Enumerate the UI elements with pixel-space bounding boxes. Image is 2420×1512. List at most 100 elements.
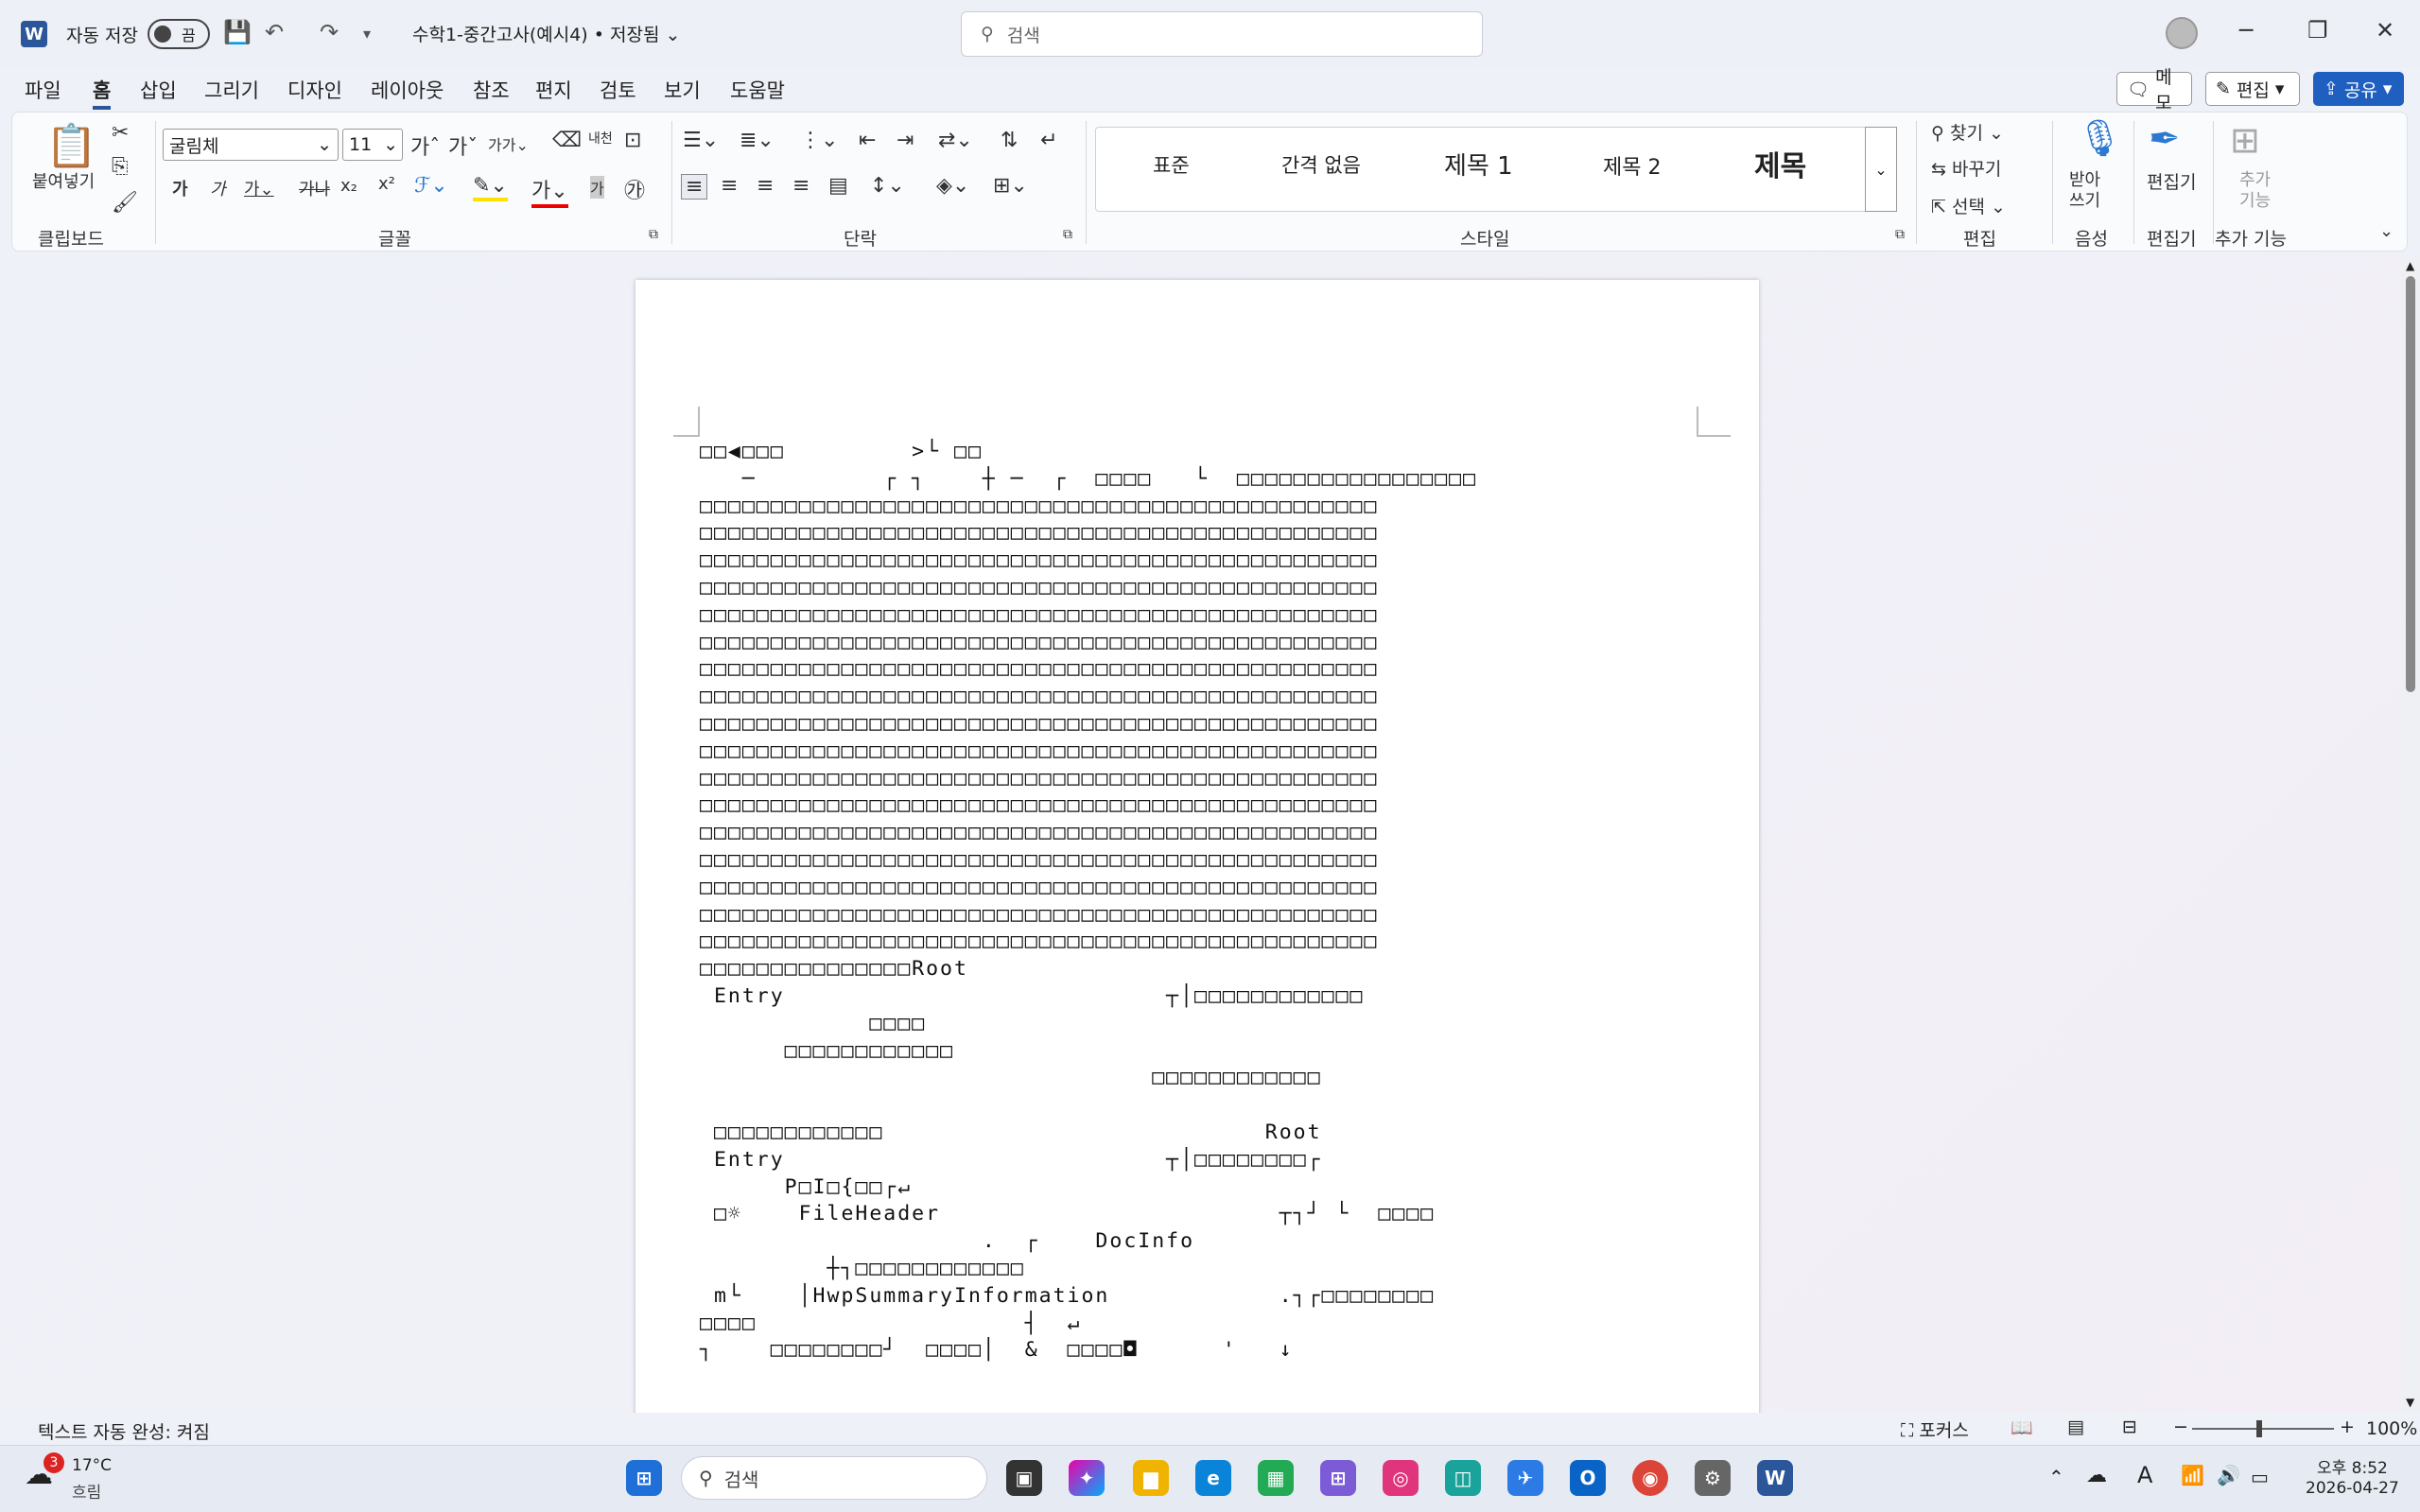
text-line[interactable]: □□□□ ┤ ↵ <box>700 1311 1702 1338</box>
dictate-label[interactable]: 받아 쓰기 <box>2069 170 2100 212</box>
tab-mailings[interactable]: 편지 <box>535 76 572 104</box>
styles-dialog-icon[interactable]: ⧉ <box>1895 227 1905 242</box>
increase-indent-icon[interactable]: ⇥ <box>897 129 914 152</box>
text-direction-icon[interactable]: ⇄⌄ <box>938 129 973 152</box>
paste-label[interactable]: 붙여넣기 <box>32 168 95 193</box>
text-line[interactable]: □□□□□□□□□□□□□□□Root <box>700 956 1702 983</box>
avatar[interactable] <box>2166 17 2198 49</box>
text-line[interactable]: □□□□□□□□□□□□□□□□□□□□□□□□□□□□□□□□□□□□□□□□… <box>700 766 1702 793</box>
text-line[interactable]: □□□□□□□□□□□□□□□□□□□□□□□□□□□□□□□□□□□□□□□□… <box>700 820 1702 847</box>
editor-icon[interactable]: ✒ <box>2149 117 2181 161</box>
phonetic-guide-icon[interactable]: 내천 <box>588 129 613 148</box>
shading-icon[interactable]: ◈⌄ <box>936 174 969 198</box>
wifi-icon[interactable]: 📶 <box>2181 1464 2204 1486</box>
character-border-icon[interactable]: ⊡ <box>624 129 641 152</box>
scroll-down-icon[interactable]: ▼ <box>2406 1396 2414 1409</box>
zoom-slider[interactable] <box>2192 1428 2334 1430</box>
close-icon[interactable]: ✕ <box>2376 17 2394 43</box>
text-line[interactable]: □□□□□□□□□□□□□□□□□□□□□□□□□□□□□□□□□□□□□□□□… <box>700 602 1702 630</box>
bullets-icon[interactable]: ☰⌄ <box>683 129 719 152</box>
highlight-icon[interactable]: ✎⌄ <box>473 174 508 201</box>
style-no-spacing[interactable]: 간격 없음 <box>1281 150 1361 179</box>
text-line[interactable]: □☼ FileHeader ┬┐┘ └ □□□□ <box>700 1201 1702 1228</box>
character-shading-icon[interactable]: 가 <box>590 176 604 199</box>
text-effects-icon[interactable]: ℱ⌄ <box>414 174 448 198</box>
autosave[interactable]: 자동 저장 끔 <box>66 19 210 49</box>
tab-draw[interactable]: 그리기 <box>204 76 259 104</box>
paste-icon[interactable]: 📋 <box>45 121 97 170</box>
tab-layout[interactable]: 레이아웃 <box>371 76 444 104</box>
replace-button[interactable]: ⇆ 바꾸기 <box>1931 155 2001 181</box>
app-teal-icon[interactable]: ◫ <box>1445 1460 1481 1496</box>
text-line[interactable]: □□□□□□□□□□□□□□□□□□□□□□□□□□□□□□□□□□□□□□□□… <box>700 684 1702 711</box>
clear-format-icon[interactable]: ⌫ <box>552 129 582 152</box>
grow-font-icon[interactable]: 가ˆ <box>410 130 440 161</box>
sort-icon[interactable]: ⇅ <box>1001 129 1018 152</box>
tab-view[interactable]: 보기 <box>664 76 701 104</box>
style-title[interactable]: 제목 <box>1754 143 1806 184</box>
copy-icon[interactable]: ⎘ <box>112 155 129 179</box>
volume-icon[interactable]: 🔊 <box>2217 1464 2240 1486</box>
settings-icon[interactable]: ⚙ <box>1695 1460 1731 1496</box>
text-line[interactable]: □□□□□□□□□□□□□□□□□□□□□□□□□□□□□□□□□□□□□□□□… <box>700 902 1702 930</box>
shrink-font-icon[interactable]: 가ˇ <box>448 130 478 161</box>
text-line[interactable]: □□□□□□□□□□□□□□□□□□□□□□□□□□□□□□□□□□□□□□□□… <box>700 847 1702 875</box>
microphone-icon[interactable]: 🎙 <box>2077 117 2122 160</box>
subscript-icon[interactable]: x₂ <box>340 176 357 196</box>
file-explorer-icon[interactable]: ▆ <box>1133 1460 1169 1496</box>
edge-icon[interactable]: e <box>1195 1460 1231 1496</box>
font-color-icon[interactable]: 가⌄ <box>531 174 568 208</box>
strikethrough-icon[interactable]: 가나 <box>299 176 330 200</box>
chevron-up-icon[interactable]: ⌃ <box>2048 1466 2064 1488</box>
text-line[interactable]: □□□□□□□□□□□□ <box>700 1065 1702 1092</box>
scrollbar-thumb[interactable] <box>2406 276 2415 692</box>
tab-insert[interactable]: 삽입 <box>140 76 177 104</box>
document-page[interactable]: □□◀□□□ >└ □□ ─ ┌ ┐ ┼ ─ ┌ □□□□ └ □□□□□□□□… <box>635 280 1759 1424</box>
enclose-characters-icon[interactable]: ㉮ <box>624 174 645 204</box>
search-input[interactable]: ⚲ 검색 <box>961 11 1483 57</box>
save-icon[interactable]: 💾 <box>223 19 252 45</box>
text-line[interactable]: □□□□ <box>700 1011 1702 1038</box>
text-line[interactable]: ┐ □□□□□□□□┘ □□□□│ & □□□□◘ ' ↓ <box>700 1337 1702 1364</box>
align-left-icon[interactable]: ≡ <box>681 174 708 200</box>
collapse-ribbon-icon[interactable]: ⌄ <box>2379 221 2394 241</box>
text-line[interactable]: □□□□□□□□□□□□□□□□□□□□□□□□□□□□□□□□□□□□□□□□… <box>700 494 1702 521</box>
zoom-out-icon[interactable]: − <box>2173 1416 2188 1437</box>
select-button[interactable]: ⇱ 선택 ⌄ <box>1931 193 2006 218</box>
word-app-icon[interactable]: W <box>21 21 47 47</box>
styles-more-button[interactable]: ⌄ <box>1865 127 1897 212</box>
borders-icon[interactable]: ⊞⌄ <box>993 174 1028 198</box>
underline-icon[interactable]: 가⌄ <box>244 176 274 200</box>
windows-start-icon[interactable]: ⊞ <box>626 1460 662 1496</box>
font-dialog-icon[interactable]: ⧉ <box>649 227 658 242</box>
tab-help[interactable]: 도움말 <box>730 76 785 104</box>
text-line[interactable]: . ┌ DocInfo <box>700 1228 1702 1256</box>
text-line[interactable]: □□□□□□□□□□□□□□□□□□□□□□□□□□□□□□□□□□□□□□□□… <box>700 575 1702 602</box>
text-line[interactable]: □□□□□□□□□□□□□□□□□□□□□□□□□□□□□□□□□□□□□□□□… <box>700 520 1702 547</box>
taskbar-search[interactable]: ⚲ 검색 <box>681 1456 987 1500</box>
addins-icon[interactable]: ⊞ <box>2230 119 2260 161</box>
share-button[interactable]: ⇪ 공유 ▾ <box>2313 72 2404 106</box>
text-line[interactable] <box>700 1092 1702 1120</box>
memo-button[interactable]: 🗨 메모 <box>2116 67 2192 113</box>
tab-design[interactable]: 디자인 <box>287 76 342 104</box>
font-name-select[interactable]: 굴림체 ⌄ <box>163 129 339 161</box>
zoom-slider-thumb[interactable] <box>2256 1420 2262 1437</box>
find-button[interactable]: ⚲ 찾기 ⌄ <box>1931 119 2004 145</box>
calculator-app-icon[interactable]: ⊞ <box>1320 1460 1356 1496</box>
text-line[interactable]: □□□□□□□□□□□□□□□□□□□□□□□□□□□□□□□□□□□□□□□□… <box>700 547 1702 575</box>
web-layout-icon[interactable]: ⊟ <box>2122 1416 2137 1437</box>
customize-toolbar-icon[interactable]: ▾ <box>363 25 371 43</box>
text-line[interactable]: P□I□{□□┌↵ <box>700 1174 1702 1202</box>
document-body-text[interactable]: □□◀□□□ >└ □□ ─ ┌ ┐ ┼ ─ ┌ □□□□ └ □□□□□□□□… <box>700 439 1702 1364</box>
store-icon[interactable]: ▦ <box>1258 1460 1294 1496</box>
weather-temp[interactable]: 17°C <box>72 1456 112 1475</box>
redo-icon[interactable]: ↷ <box>320 19 339 45</box>
text-line[interactable]: □□□□□□□□□□□□□□□□□□□□□□□□□□□□□□□□□□□□□□□□… <box>700 656 1702 684</box>
text-line[interactable]: Entry ┬│□□□□□□□□┌ <box>700 1147 1702 1174</box>
outlook-icon[interactable]: O <box>1570 1460 1606 1496</box>
style-normal[interactable]: 표준 <box>1153 150 1190 179</box>
decrease-indent-icon[interactable]: ⇤ <box>859 129 876 152</box>
editor-label[interactable]: 편집기 <box>2147 168 2196 194</box>
undo-icon[interactable]: ↶ <box>265 19 284 45</box>
